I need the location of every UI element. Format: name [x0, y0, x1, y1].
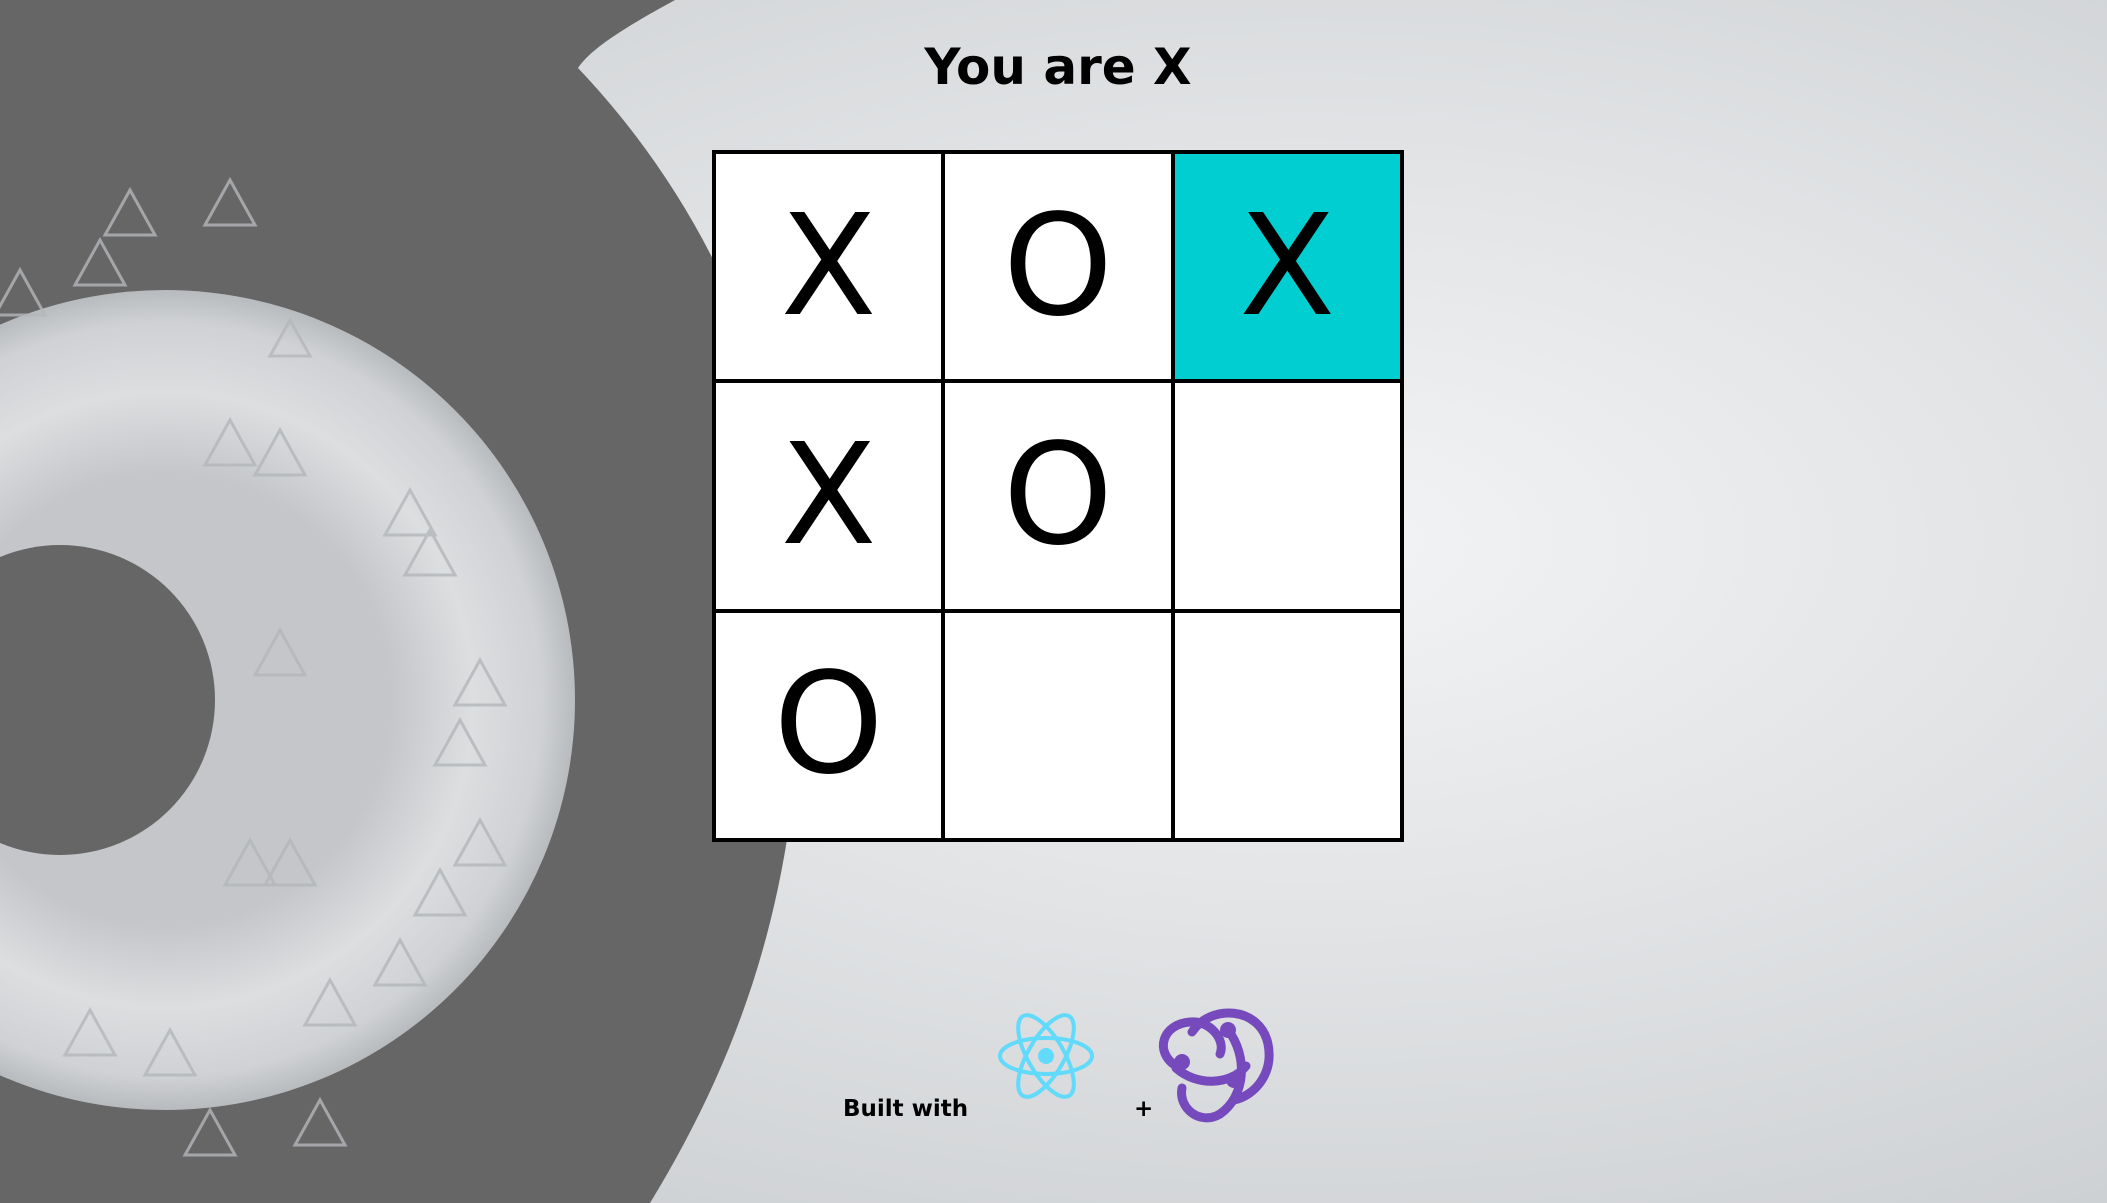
game-board: X O X X O O: [712, 150, 1404, 842]
built-with-label: Built with: [843, 1096, 969, 1122]
board-cell-7[interactable]: [943, 610, 1173, 840]
redux-logo-icon: [1150, 996, 1278, 1124]
board-cell-1[interactable]: O: [943, 152, 1173, 382]
board-cell-8[interactable]: [1172, 610, 1402, 840]
board-cell-5[interactable]: [1172, 381, 1402, 611]
board-cell-4[interactable]: O: [943, 381, 1173, 611]
board-cell-6[interactable]: O: [714, 610, 944, 840]
board-cell-2[interactable]: X: [1172, 152, 1402, 382]
board-cell-3[interactable]: X: [714, 381, 944, 611]
board-cell-0[interactable]: X: [714, 152, 944, 382]
page-title: You are X: [924, 38, 1192, 96]
react-logo-icon: [994, 1004, 1098, 1108]
